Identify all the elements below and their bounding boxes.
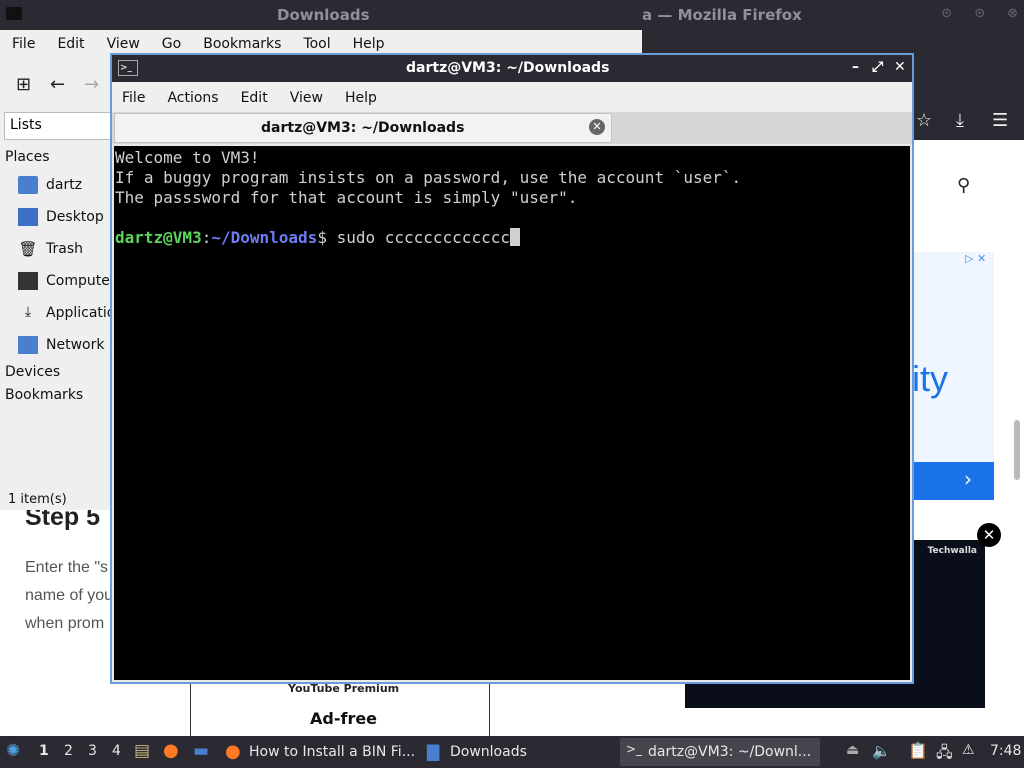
folder-icon: ▇	[427, 742, 440, 761]
workspace-1[interactable]: 1	[39, 743, 49, 759]
task-file-manager[interactable]: ▇ Downloads	[424, 738, 614, 766]
place-item-applications[interactable]: ⤓ Applicatio	[18, 304, 115, 326]
trash-icon: 🗑	[18, 240, 38, 258]
home-folder-icon	[18, 176, 38, 194]
term-menu-file[interactable]: File	[112, 82, 157, 112]
term-menu-view[interactable]: View	[280, 82, 335, 112]
desktop-icon	[18, 208, 38, 226]
firefox-icon: ●	[225, 741, 241, 762]
terminal-titlebar[interactable]: >_ dartz@VM3: ~/Downloads – ⤢ ✕	[112, 55, 912, 82]
bookmarks-header[interactable]: Bookmarks	[5, 387, 83, 403]
firefox-maximize-icon[interactable]: ⊙	[974, 6, 985, 21]
file-manager-title: Downloads	[277, 6, 370, 24]
folder-icon	[6, 7, 22, 20]
devices-header[interactable]: Devices	[5, 364, 60, 380]
ad-choices-icon[interactable]: ▷ ✕	[965, 252, 986, 265]
task-label: dartz@VM3: ~/Downl...	[648, 744, 812, 760]
forward-arrow-icon[interactable]: →	[84, 74, 99, 95]
task-terminal[interactable]: >_ dartz@VM3: ~/Downl...	[620, 738, 820, 766]
clipboard-icon[interactable]: 📋	[908, 741, 928, 760]
site-search-icon[interactable]: ⚲	[957, 175, 970, 196]
task-label: How to Install a BIN Fi...	[249, 744, 416, 760]
place-item-home[interactable]: dartz	[18, 176, 82, 198]
command-input[interactable]: sudo ccccccccccccc	[337, 228, 510, 247]
article-paragraph-line: name of you	[25, 587, 114, 604]
term-menu-help[interactable]: Help	[335, 82, 389, 112]
terminal-tabbar: dartz@VM3: ~/Downloads ✕	[112, 112, 912, 144]
place-item-trash[interactable]: 🗑 Trash	[18, 240, 83, 262]
article-paragraph-line: Enter the "s	[25, 559, 109, 576]
terminal-window: >_ dartz@VM3: ~/Downloads – ⤢ ✕ File Act…	[110, 53, 914, 684]
side-pane-selector[interactable]: Lists	[4, 112, 116, 140]
ad-banner-text: ity	[912, 358, 948, 399]
tab-close-icon[interactable]: ✕	[589, 119, 605, 135]
fm-menu-edit[interactable]: Edit	[45, 30, 94, 58]
notification-icon[interactable]: ⚠	[962, 742, 975, 758]
article-paragraph-line: when prom	[25, 615, 105, 632]
task-firefox[interactable]: ● How to Install a BIN Fi...	[222, 738, 420, 766]
firefox-scrollbar[interactable]	[1014, 420, 1020, 480]
terminal-tab-label: dartz@VM3: ~/Downloads	[261, 120, 465, 136]
terminal-menubar: File Actions Edit View Help	[112, 82, 912, 112]
terminal-line: The passsword for that account is simply…	[115, 188, 578, 207]
prompt-path: ~/Downloads	[211, 228, 318, 247]
applications-icon: ⤓	[24, 304, 32, 320]
ad-free-label: Ad-free	[310, 709, 378, 728]
term-menu-actions[interactable]: Actions	[157, 82, 230, 112]
text-cursor	[509, 228, 520, 246]
terminal-icon: >_	[626, 742, 643, 756]
places-header: Places	[5, 149, 50, 165]
status-bar-item-count: 1 item(s)	[8, 492, 67, 507]
term-menu-edit[interactable]: Edit	[231, 82, 280, 112]
back-arrow-icon[interactable]: ←	[50, 74, 65, 95]
firefox-window-title: a — Mozilla Firefox	[642, 6, 802, 24]
terminal-title: dartz@VM3: ~/Downloads	[406, 60, 610, 76]
workspace-2[interactable]: 2	[64, 743, 73, 759]
task-label: Downloads	[450, 744, 527, 760]
prompt-separator: :	[201, 228, 212, 247]
ad-cta-button[interactable]: ›	[912, 462, 994, 500]
file-manager-titlebar[interactable]: Downloads	[0, 0, 642, 30]
workspace-3[interactable]: 3	[88, 743, 97, 759]
place-item-network[interactable]: Network	[18, 336, 104, 358]
firefox-minimize-icon[interactable]: ⊙	[941, 6, 952, 21]
video-brand: Techwalla	[927, 546, 977, 556]
bookmark-star-icon[interactable]: ☆	[916, 110, 932, 131]
terminal-app-icon: >_	[118, 60, 138, 76]
file-cabinet-icon[interactable]: ▤	[134, 741, 150, 761]
maximize-icon[interactable]: ⤢	[872, 59, 883, 75]
computer-icon	[18, 272, 38, 290]
terminal-line: Welcome to VM3!	[115, 148, 260, 167]
place-item-computer[interactable]: Compute	[18, 272, 110, 294]
clock[interactable]: 7:48	[990, 743, 1021, 759]
terminal-line: If a buggy program insists on a password…	[115, 168, 742, 187]
hamburger-menu-icon[interactable]: ☰	[992, 110, 1008, 131]
prompt-user: dartz@VM3	[115, 228, 202, 247]
eject-icon[interactable]: ⏏	[846, 742, 859, 758]
new-tab-icon[interactable]: ⊞	[16, 74, 31, 95]
terminal-tab[interactable]: dartz@VM3: ~/Downloads ✕	[114, 113, 612, 143]
workspace-4[interactable]: 4	[112, 743, 121, 759]
video-close-icon[interactable]: ✕	[977, 523, 1001, 547]
firefox-close-icon[interactable]: ⊗	[1007, 6, 1018, 21]
start-menu-icon[interactable]: ✺	[6, 741, 20, 761]
side-pane-label: Lists	[10, 117, 42, 133]
fm-menu-file[interactable]: File	[0, 30, 45, 58]
close-icon[interactable]: ✕	[894, 59, 906, 75]
download-icon[interactable]: ⤓	[956, 110, 964, 131]
chevron-right-icon: ›	[964, 467, 972, 491]
place-item-desktop[interactable]: Desktop	[18, 208, 104, 230]
firefox-launcher-icon[interactable]: ●	[163, 740, 179, 761]
network-status-icon[interactable]: 🖧	[936, 742, 953, 767]
volume-icon[interactable]: 🔈	[872, 742, 891, 760]
minimize-icon[interactable]: –	[852, 59, 859, 75]
show-desktop-icon[interactable]: ▬	[193, 741, 209, 761]
prompt-end: $	[317, 228, 337, 247]
terminal-output[interactable]: Welcome to VM3! If a buggy program insis…	[114, 146, 910, 680]
taskbar: ✺ 1 2 3 4 ▤ ● ▬ ● How to Install a BIN F…	[0, 736, 1024, 768]
network-icon	[18, 336, 38, 354]
